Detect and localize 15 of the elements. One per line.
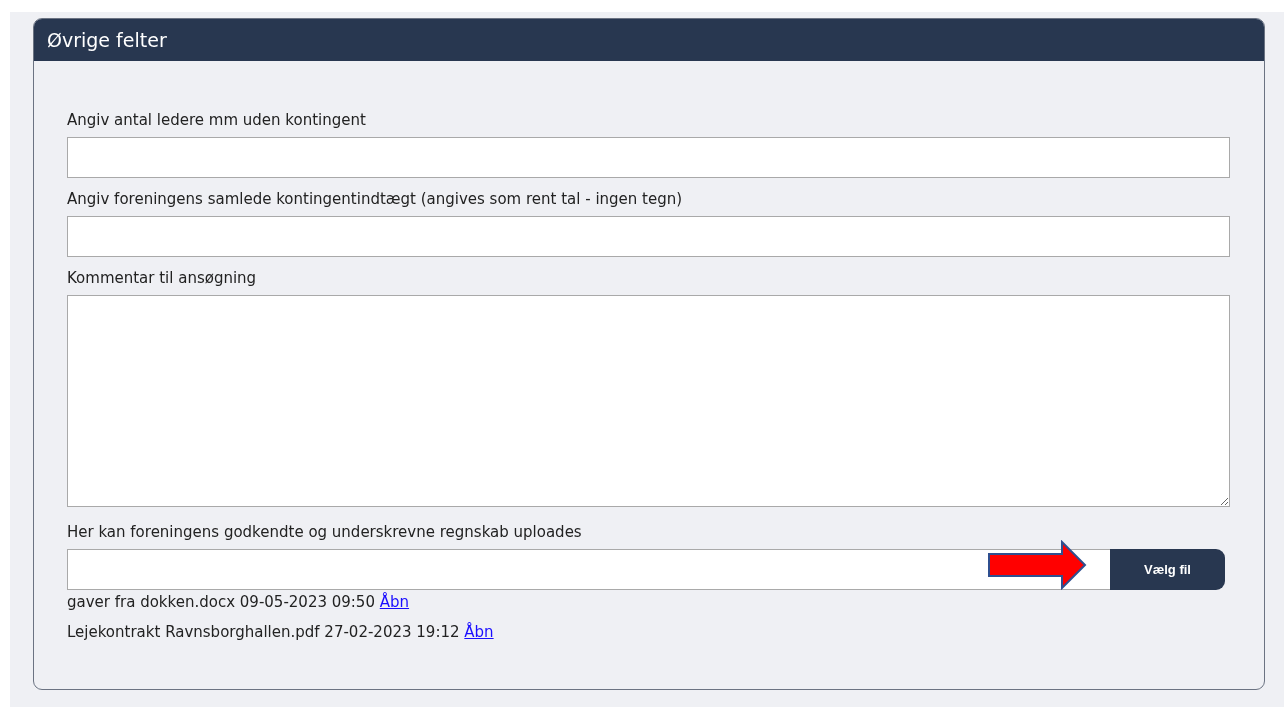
field-label: Angiv antal ledere mm uden kontingent [67,111,367,129]
field-label: Kommentar til ansøgning [67,269,258,287]
input-field[interactable] [67,216,1230,257]
open-link[interactable]: Åbn [379,593,410,611]
file-entry: Lejekontrakt Ravnsborghallen.pdf 27-02-2023 19:12 Åbn [67,622,495,642]
file-entry: gaver fra dokken.docx 09-05-2023 09:50 Åbn [67,592,411,612]
open-link[interactable]: Åbn [464,623,494,641]
comment-field[interactable] [67,295,1230,507]
arrow-icon [987,540,1087,590]
upload-label: Her kan foreningens godkendte og underskrevne regnskab uploades [67,523,583,541]
panel-title: Øvrige felter [34,19,1264,61]
file-field[interactable] [67,549,1110,590]
field-label: Angiv foreningens samlede kontingentindtægt (angives som rent tal - ingen tegn) [67,190,684,208]
input-field[interactable] [67,137,1230,178]
choose-file-button[interactable]: Vælg fil [1110,549,1225,590]
